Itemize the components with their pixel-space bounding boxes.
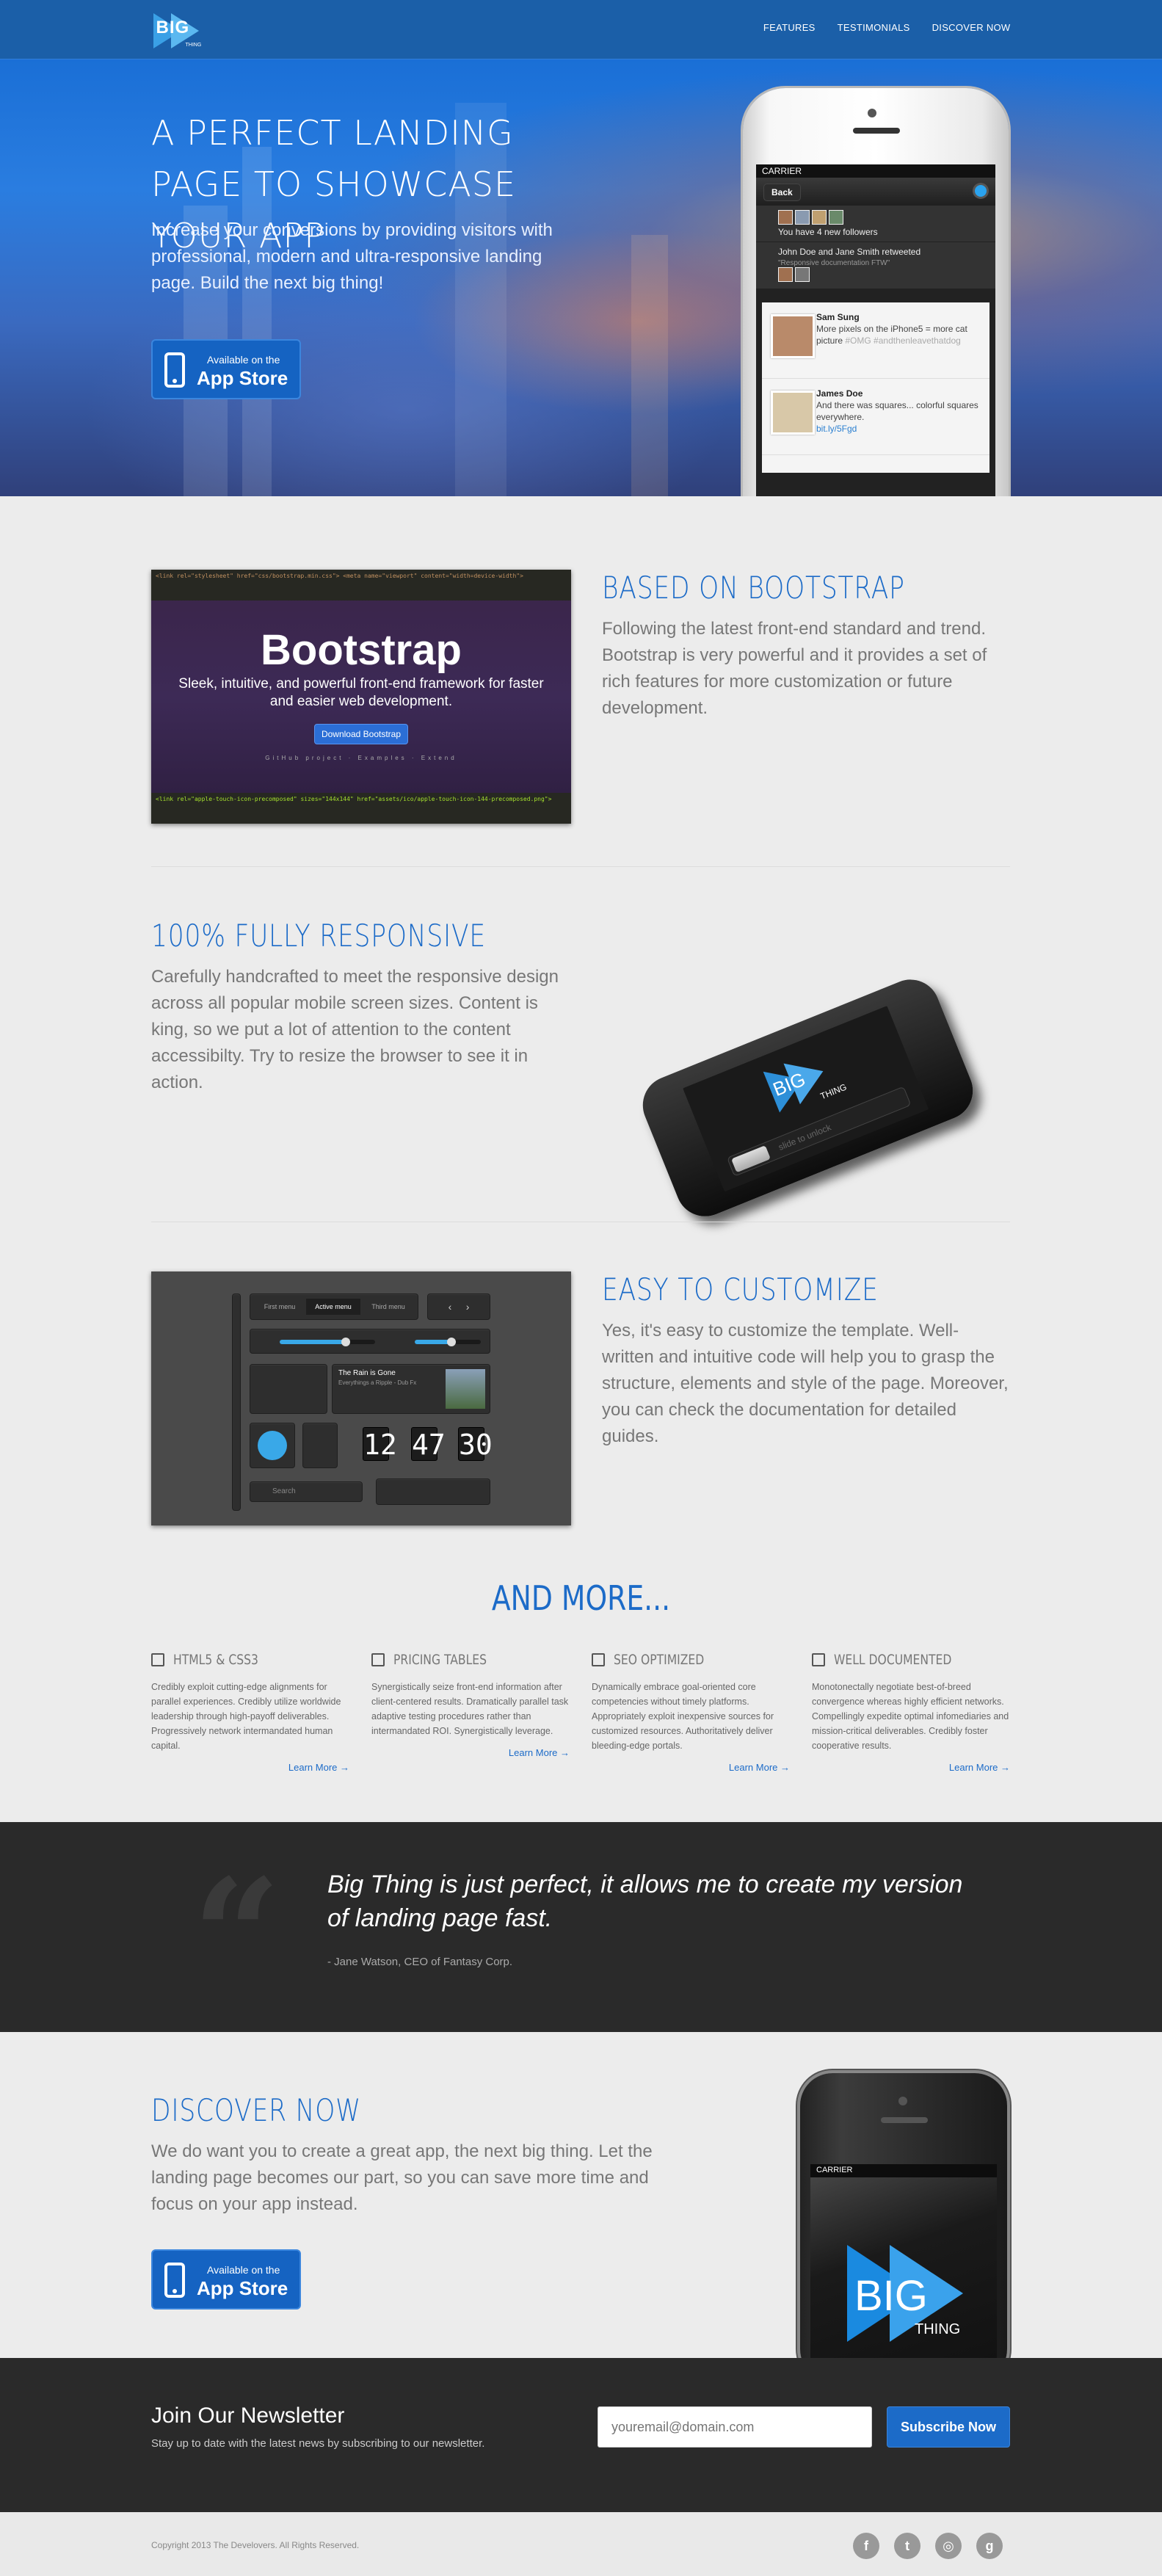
subscribe-button[interactable]: Subscribe Now (887, 2406, 1010, 2448)
feature-text: Monotonectally negotiate best-of-breed c… (812, 1682, 1009, 1751)
feature-text: Credibly exploit cutting-edge alignments… (151, 1682, 341, 1751)
testimonial-section: “ Big Thing is just perfect, it allows m… (0, 1822, 1162, 2032)
retweet-text: John Doe and Jane Smith retweeted (778, 247, 921, 257)
html5-icon (151, 1653, 164, 1666)
learn-more-link[interactable]: Learn More → (812, 1762, 1010, 1773)
app-store-button[interactable]: Available on the App Store (151, 339, 301, 399)
discover-phone-mockup: CARRIER BIG THING (800, 2073, 1007, 2358)
tweet-text: And there was squares... colorful square… (816, 400, 978, 422)
tweet-item: James Doe And there was squares... color… (762, 379, 989, 455)
feature-text: Dynamically embrace goal-oriented core c… (592, 1682, 774, 1751)
store-small-text: Available on the (207, 354, 280, 366)
tweet-item: Sam Sung More pixels on the iPhone5 = mo… (762, 302, 989, 379)
logo-thing-text: THING (185, 43, 202, 48)
big-thing-logo: BIG THING (763, 1050, 848, 1113)
responsive-text: Carefully handcrafted to meet the respon… (151, 967, 559, 1092)
discover-text: We do want you to create a great app, th… (151, 2141, 653, 2214)
facebook-icon[interactable]: f (853, 2533, 879, 2559)
tweet-list: Sam Sung More pixels on the iPhone5 = mo… (762, 302, 989, 473)
hero-section: A PERFECT LANDING PAGE TO SHOWCASE YOUR … (0, 59, 1162, 496)
logo-big-text: BIG (156, 18, 190, 37)
followers-text: You have 4 new followers (778, 227, 878, 237)
hero-phone-mockup: CARRIER Back You have 4 new followers Jo… (743, 88, 1009, 496)
slide-to-unlock: slide to unlock (726, 1086, 912, 1177)
feature-pricing: PRICING TABLES Synergistically seize fro… (371, 1652, 570, 1758)
status-bar: CARRIER (756, 164, 995, 178)
nav-link-features[interactable]: FEATURES (763, 22, 816, 33)
compose-icon (975, 185, 987, 197)
customize-text: Yes, it's easy to customize the template… (602, 1321, 1009, 1446)
app-store-button[interactable]: Available on the App Store (151, 2249, 301, 2310)
bootstrap-heading: BASED ON BOOTSTRAP (602, 570, 905, 606)
learn-more-link[interactable]: Learn More → (151, 1762, 349, 1773)
speaker (853, 128, 900, 134)
learn-more-link[interactable]: Learn More → (371, 1747, 570, 1758)
newsletter-title: Join Our Newsletter (151, 2403, 345, 2428)
retweet-sub: "Responsive documentation FTW" (778, 259, 890, 267)
feature-title: HTML5 & CSS3 (173, 1652, 258, 1668)
newsletter-subtitle: Stay up to date with the latest news by … (151, 2437, 485, 2450)
feature-title: SEO OPTIMIZED (614, 1652, 705, 1668)
email-field[interactable] (598, 2406, 872, 2448)
store-small-text: Available on the (207, 2264, 280, 2276)
feature-title: PRICING TABLES (393, 1652, 487, 1668)
footer: Copyright 2013 The Develovers. All Right… (0, 2512, 1162, 2576)
bar-chart-icon (592, 1653, 605, 1666)
testimonial-quote: Big Thing is just perfect, it allows me … (327, 1871, 963, 1932)
feature-html5: HTML5 & CSS3 Credibly exploit cutting-ed… (151, 1652, 349, 1773)
responsive-heading: 100% FULLY RESPONSIVE (151, 918, 486, 954)
tweet-author: Sam Sung (816, 312, 860, 322)
feature-seo: SEO OPTIMIZED Dynamically embrace goal-o… (592, 1652, 790, 1773)
back-button: Back (763, 184, 801, 201)
features-heading: AND MORE... (491, 1578, 671, 1618)
document-icon (812, 1653, 825, 1666)
bootstrap-shot-links: GitHub project · Examples · Extend (265, 755, 457, 761)
nav-link-discover-now[interactable]: DISCOVER NOW (932, 22, 1011, 33)
money-icon (371, 1653, 385, 1666)
notification-retweet: John Doe and Jane Smith retweeted "Respo… (756, 242, 995, 289)
nav-menu: FEATURES TESTIMONIALS DISCOVER NOW (763, 22, 1011, 33)
top-navbar: BIG THING FEATURES TESTIMONIALS DISCOVER… (0, 0, 1162, 59)
bootstrap-shot-desc: Sleek, intuitive, and powerful front-end… (178, 676, 544, 709)
nav-link-testimonials[interactable]: TESTIMONIALS (838, 22, 910, 33)
google-plus-icon[interactable]: g (976, 2533, 1003, 2559)
store-big-text: App Store (197, 2277, 288, 2299)
feature-documented: WELL DOCUMENTED Monotonectally negotiate… (812, 1652, 1010, 1773)
black-phone-mockup: BIG THING slide to unlock (609, 913, 982, 1225)
store-big-text: App Store (197, 367, 288, 389)
feature-title: WELL DOCUMENTED (834, 1652, 952, 1668)
customize-heading: EASY TO CUSTOMIZE (602, 1271, 879, 1307)
tweet-link: bit.ly/5Fgd (816, 424, 857, 434)
feature-text: Synergistically seize front-end informat… (371, 1682, 569, 1736)
phone-icon (164, 352, 185, 388)
status-bar: CARRIER (810, 2164, 997, 2177)
tweet-author: James Doe (816, 388, 863, 399)
dribbble-icon[interactable]: ◎ (935, 2533, 962, 2559)
avatar (771, 314, 815, 358)
bootstrap-screenshot: <link rel="stylesheet" href="css/bootstr… (151, 570, 571, 824)
phone-screen: CARRIER Back You have 4 new followers Jo… (756, 164, 995, 496)
learn-more-link[interactable]: Learn More → (592, 1762, 790, 1773)
hero-subtitle: Increase your conversions by providing v… (151, 220, 553, 293)
twitter-icon[interactable]: t (894, 2533, 920, 2559)
ui-kit-screenshot: First menu Active menu Third menu ‹ › Th… (151, 1271, 571, 1525)
camera (868, 109, 876, 117)
logo[interactable]: BIG THING (152, 10, 211, 51)
quote-icon: “ (192, 1845, 281, 2026)
notification-followers: You have 4 new followers (756, 206, 995, 242)
divider (151, 866, 1010, 867)
discover-section: DISCOVER NOW We do want you to create a … (0, 2032, 1162, 2358)
newsletter-section: Join Our Newsletter Stay up to date with… (0, 2358, 1162, 2512)
phone-icon (164, 2263, 185, 2298)
copyright: Copyright 2013 The Develovers. All Right… (151, 2540, 360, 2550)
avatar (771, 391, 815, 435)
download-bootstrap-button: Download Bootstrap (314, 724, 408, 744)
bootstrap-shot-title: Bootstrap (261, 626, 462, 674)
bootstrap-text: Following the latest front-end standard … (602, 619, 987, 718)
testimonial-author: - Jane Watson, CEO of Fantasy Corp. (327, 1956, 513, 1968)
tweet-tags: #OMG #andthenleavethatdog (845, 335, 961, 346)
discover-heading: DISCOVER NOW (151, 2092, 362, 2128)
